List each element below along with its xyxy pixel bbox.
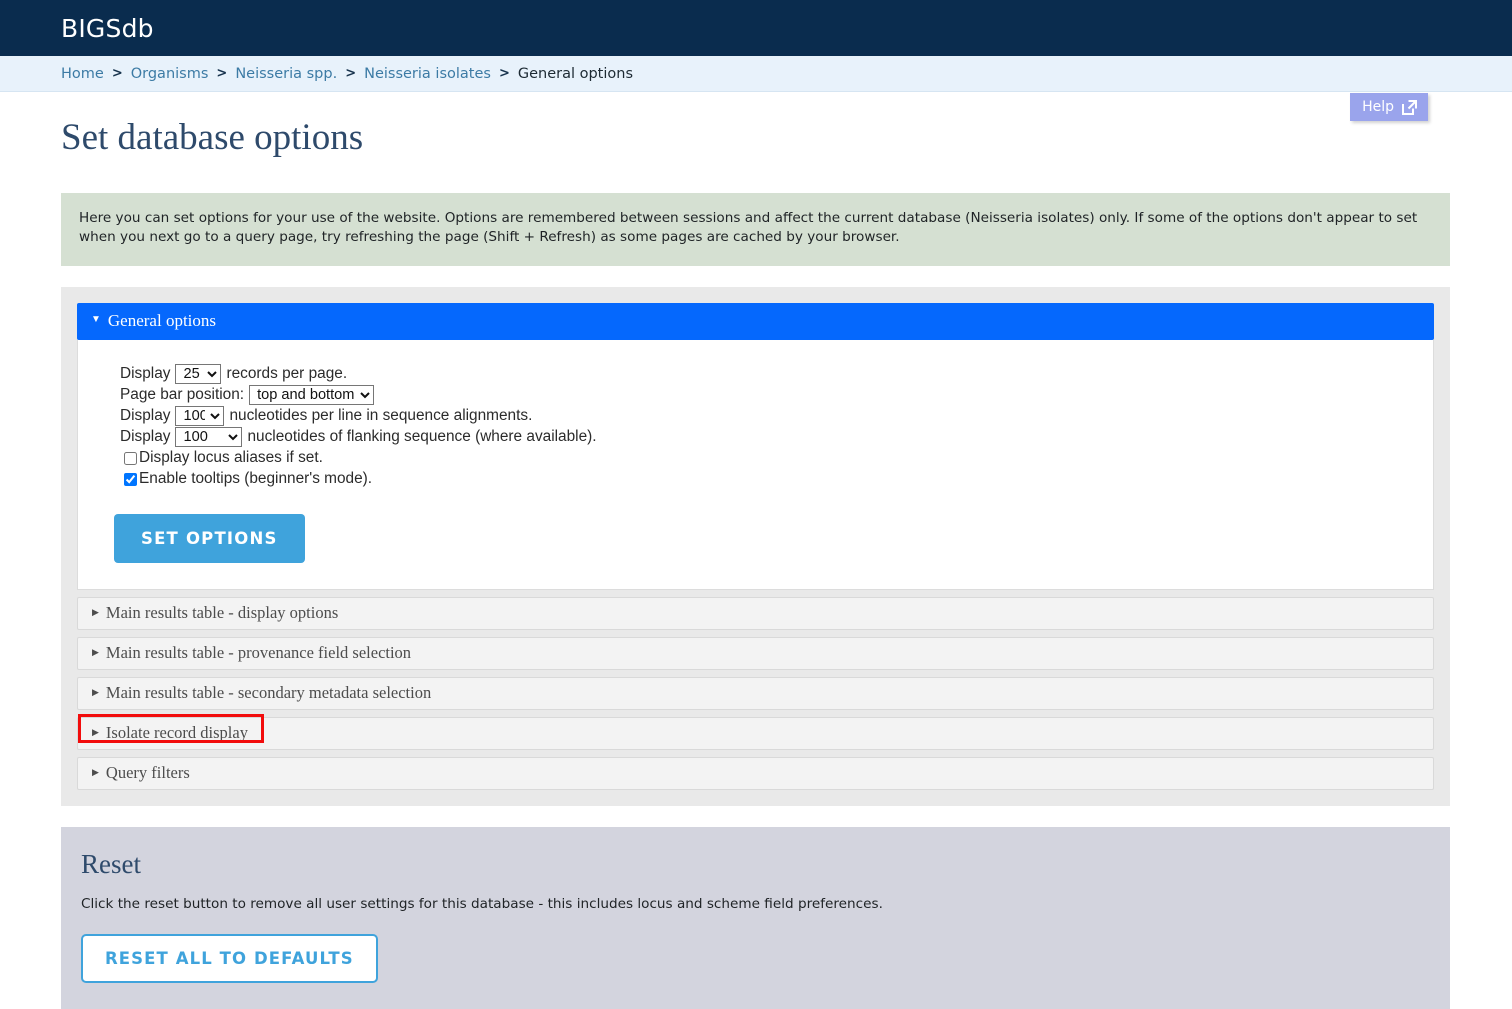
accordion-main-results-secondary-metadata-selection[interactable]: ▶ Main results table - secondary metadat… bbox=[77, 676, 1434, 710]
breadcrumb-item-general-options: General options bbox=[517, 65, 634, 82]
breadcrumb-separator: > bbox=[111, 66, 123, 81]
records-per-page-prefix-label: Display bbox=[120, 365, 171, 383]
tooltips-label: Enable tooltips (beginner's mode). bbox=[139, 470, 373, 488]
accordion-header-general-options[interactable]: ▼ General options bbox=[77, 302, 1434, 340]
breadcrumb-item-neisseria-isolates[interactable]: Neisseria isolates bbox=[364, 66, 491, 82]
records-per-page-select[interactable]: 25 bbox=[175, 364, 222, 385]
records-per-page-suffix-label: records per page. bbox=[226, 365, 348, 383]
flanking-nucleotides-select[interactable]: 100 bbox=[175, 427, 243, 448]
breadcrumb-separator: > bbox=[216, 66, 228, 81]
accordion-main-results-provenance-field-selection[interactable]: ▶ Main results table - provenance field … bbox=[77, 636, 1434, 670]
top-navigation-bar: BIGSdb bbox=[0, 0, 1512, 56]
tooltips-checkbox[interactable] bbox=[124, 472, 137, 486]
breadcrumb-item-neisseria-spp[interactable]: Neisseria spp. bbox=[235, 66, 337, 82]
main-content: Set database options Here you can set op… bbox=[0, 114, 1512, 1009]
reset-section-title: Reset bbox=[81, 848, 141, 879]
nucleotides-per-line-suffix-label: nucleotides per line in sequence alignme… bbox=[229, 407, 533, 425]
accordion-query-filters[interactable]: ▶ Query filters bbox=[77, 756, 1434, 790]
locus-aliases-checkbox[interactable] bbox=[124, 451, 137, 465]
help-button-wrapper: Help bbox=[1350, 93, 1428, 121]
accordion-label: Isolate record display bbox=[105, 723, 248, 743]
reset-all-to-defaults-button[interactable]: RESET ALL TO DEFAULTS bbox=[81, 933, 378, 983]
page-bar-position-label: Page bar position: bbox=[120, 386, 245, 404]
row-nucleotides-per-line: Display 100 nucleotides per line in sequ… bbox=[120, 406, 1433, 427]
flanking-nucleotides-prefix-label: Display bbox=[120, 428, 171, 446]
breadcrumb-separator: > bbox=[345, 66, 357, 81]
accordion-label: Main results table - provenance field se… bbox=[105, 643, 412, 663]
locus-aliases-label: Display locus aliases if set. bbox=[139, 449, 323, 467]
nucleotides-per-line-select[interactable]: 100 bbox=[175, 406, 225, 427]
app-brand-logo: BIGSdb bbox=[61, 13, 154, 43]
accordion-label: Query filters bbox=[105, 763, 190, 783]
breadcrumb-item-organisms[interactable]: Organisms bbox=[131, 66, 209, 82]
breadcrumb: Home > Organisms > Neisseria spp. > Neis… bbox=[0, 56, 1512, 92]
accordion-header-label: General options bbox=[107, 311, 217, 331]
chevron-right-icon: ▶ bbox=[92, 686, 99, 697]
flanking-nucleotides-suffix-label: nucleotides of flanking sequence (where … bbox=[247, 428, 597, 446]
accordion-body-general-options: Display 25 records per page. Page bar po… bbox=[77, 339, 1434, 590]
chevron-right-icon: ▶ bbox=[92, 766, 99, 777]
row-locus-aliases: Display locus aliases if set. bbox=[120, 448, 1433, 469]
row-flanking-nucleotides: Display 100 nucleotides of flanking sequ… bbox=[120, 427, 1433, 448]
nucleotides-per-line-prefix-label: Display bbox=[120, 407, 171, 425]
accordion-main-results-display-options[interactable]: ▶ Main results table - display options bbox=[77, 596, 1434, 630]
general-options-form: Display 25 records per page. Page bar po… bbox=[78, 364, 1433, 490]
help-button[interactable]: Help bbox=[1350, 93, 1428, 121]
chevron-right-icon: ▶ bbox=[92, 646, 99, 657]
chevron-down-icon: ▼ bbox=[91, 314, 101, 326]
reset-description: Click the reset button to remove all use… bbox=[81, 895, 883, 912]
chevron-right-icon: ▶ bbox=[92, 606, 99, 617]
info-message-box: Here you can set options for your use of… bbox=[61, 193, 1450, 266]
chevron-right-icon: ▶ bbox=[92, 726, 99, 737]
options-panel: ▼ General options Display 25 records per… bbox=[61, 286, 1450, 806]
reset-panel: Reset Click the reset button to remove a… bbox=[61, 826, 1450, 1009]
breadcrumb-separator: > bbox=[498, 66, 510, 81]
page-title: Set database options bbox=[61, 117, 364, 158]
help-button-label: Help bbox=[1362, 99, 1394, 115]
breadcrumb-item-home[interactable]: Home bbox=[61, 66, 104, 82]
accordion-label: Main results table - display options bbox=[105, 603, 339, 623]
page-bar-position-select[interactable]: top and bottom bbox=[249, 385, 375, 406]
accordion-label: Main results table - secondary metadata … bbox=[105, 683, 432, 703]
accordion-list: ▼ General options Display 25 records per… bbox=[61, 302, 1450, 790]
row-tooltips: Enable tooltips (beginner's mode). bbox=[120, 469, 1433, 490]
row-page-bar-position: Page bar position: top and bottom bbox=[120, 385, 1433, 406]
external-link-icon bbox=[1401, 99, 1418, 116]
row-records-per-page: Display 25 records per page. bbox=[120, 364, 1433, 385]
accordion-isolate-record-display[interactable]: ▶ Isolate record display bbox=[77, 713, 1434, 750]
set-options-button[interactable]: SET OPTIONS bbox=[114, 513, 305, 563]
